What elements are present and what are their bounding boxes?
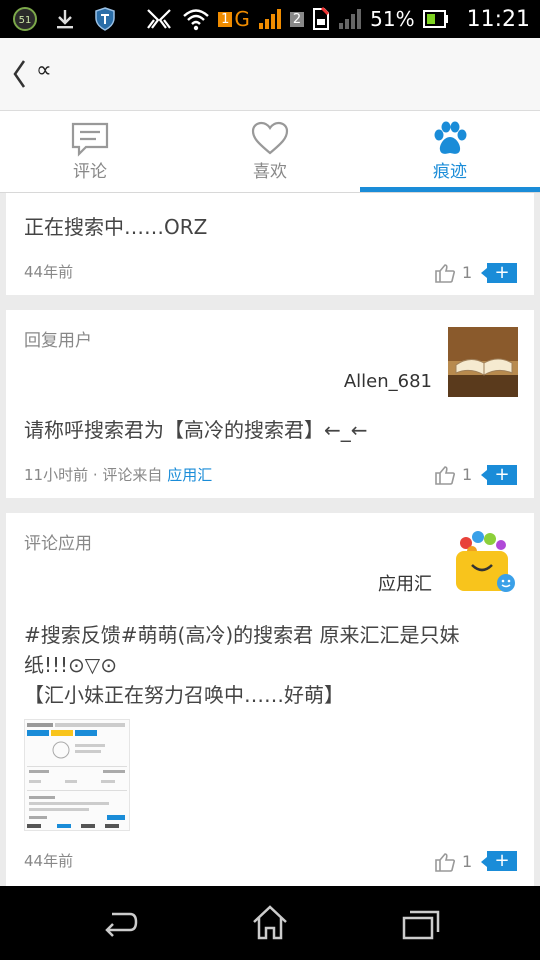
tab-traces-label: 痕迹 bbox=[433, 162, 467, 182]
nav-recents-button[interactable] bbox=[400, 904, 440, 942]
feed-item: 回复用户 Allen_681 请称呼搜索君为【高冷的搜索君】←_← 11小时前 … bbox=[6, 310, 534, 498]
feed-list[interactable]: 正在搜索中……ORZ 44年前 1 + 回复用户 Allen_681 请称呼搜索… bbox=[0, 193, 540, 886]
signal-icon-sim1 bbox=[258, 9, 281, 29]
like-count: 1 bbox=[462, 263, 473, 282]
attached-screenshot[interactable] bbox=[24, 719, 130, 831]
nav-home-button[interactable] bbox=[250, 904, 290, 942]
back-button[interactable] bbox=[6, 56, 32, 92]
tab-bar: 评论 喜欢 痕迹 bbox=[0, 111, 540, 193]
wifi-icon bbox=[183, 9, 209, 31]
home-icon bbox=[253, 905, 287, 940]
like-count: 1 bbox=[462, 465, 473, 484]
back-arrow-icon bbox=[105, 912, 138, 937]
notification-badge-icon: 51 bbox=[12, 6, 38, 32]
like-count: 1 bbox=[462, 852, 473, 871]
status-bar: 51 1 G 2 51% 11:21 bbox=[0, 0, 540, 38]
tab-comments[interactable]: 评论 bbox=[0, 111, 180, 192]
comment-time: 11小时前 · 评论来自 bbox=[24, 466, 163, 484]
add-button[interactable]: + bbox=[487, 465, 517, 485]
download-icon bbox=[52, 6, 78, 32]
comment-text-line: 【汇小妹正在努力召唤中……好萌】 bbox=[24, 683, 344, 707]
notif-badge-text: 51 bbox=[19, 15, 32, 26]
comment-icon bbox=[70, 121, 110, 157]
comment-text-line: 纸!!!⊙▽⊙ bbox=[24, 653, 117, 677]
shield-icon bbox=[92, 6, 118, 32]
feed-item: 正在搜索中……ORZ 44年前 1 + bbox=[6, 193, 534, 295]
back-chevron-icon bbox=[13, 60, 26, 88]
comment-text: #搜索反馈#萌萌(高冷)的搜索君 原来汇汇是只妹 纸!!!⊙▽⊙ 【汇小妹正在努… bbox=[24, 620, 459, 710]
comment-text-line: #搜索反馈#萌萌(高冷)的搜索君 原来汇汇是只妹 bbox=[24, 623, 460, 647]
nav-back-button[interactable] bbox=[100, 904, 140, 942]
add-button[interactable]: + bbox=[487, 263, 517, 283]
comment-text: 请称呼搜索君为【高冷的搜索君】←_← bbox=[24, 418, 368, 442]
tab-likes-label: 喜欢 bbox=[253, 162, 287, 182]
comment-time: 44年前 bbox=[24, 852, 74, 870]
tab-likes[interactable]: 喜欢 bbox=[180, 111, 360, 192]
plus-icon: + bbox=[494, 464, 510, 485]
add-button[interactable]: + bbox=[487, 851, 517, 871]
comment-meta: 11小时前 · 评论来自 应用汇 bbox=[24, 464, 212, 485]
thumbs-up-icon[interactable] bbox=[435, 852, 455, 872]
tab-traces[interactable]: 痕迹 bbox=[360, 111, 540, 192]
tab-comments-label: 评论 bbox=[73, 162, 107, 182]
feed-item: 评论应用 应用汇 #搜索反馈#萌萌(高冷)的搜索君 原来汇汇是只妹 纸!!!⊙▽… bbox=[6, 513, 534, 886]
sim2-badge: 2 bbox=[289, 11, 305, 27]
battery-icon bbox=[422, 10, 448, 28]
nfc-icon bbox=[147, 9, 171, 29]
comment-text: 正在搜索中……ORZ bbox=[24, 215, 208, 239]
network-type-label: G bbox=[234, 7, 250, 31]
app-name[interactable]: 应用汇 bbox=[256, 570, 432, 596]
avatar[interactable] bbox=[448, 327, 518, 397]
item-type-label: 回复用户 bbox=[24, 331, 92, 351]
username[interactable]: Allen_681 bbox=[256, 371, 432, 392]
item-type-label: 评论应用 bbox=[24, 534, 92, 554]
sim-card-icon bbox=[313, 7, 330, 30]
source-link[interactable]: 应用汇 bbox=[167, 466, 212, 484]
page-title: ∝ bbox=[36, 58, 52, 83]
thumbs-up-icon[interactable] bbox=[435, 465, 455, 485]
recent-apps-icon bbox=[402, 910, 440, 940]
comment-time: 44年前 bbox=[24, 263, 74, 281]
thumbs-up-icon[interactable] bbox=[435, 263, 455, 283]
plus-icon: + bbox=[494, 850, 510, 871]
plus-icon: + bbox=[494, 262, 510, 283]
active-tab-indicator bbox=[360, 187, 540, 192]
system-nav-bar bbox=[0, 886, 540, 960]
app-bar: ∝ bbox=[0, 38, 540, 111]
battery-percent: 51% bbox=[370, 7, 415, 31]
sim1-badge: 1 bbox=[218, 11, 233, 27]
clock: 11:21 bbox=[466, 6, 530, 32]
signal-icon-sim2 bbox=[339, 9, 362, 29]
heart-icon bbox=[250, 121, 290, 157]
paw-icon bbox=[430, 121, 470, 157]
app-icon[interactable] bbox=[448, 527, 518, 597]
